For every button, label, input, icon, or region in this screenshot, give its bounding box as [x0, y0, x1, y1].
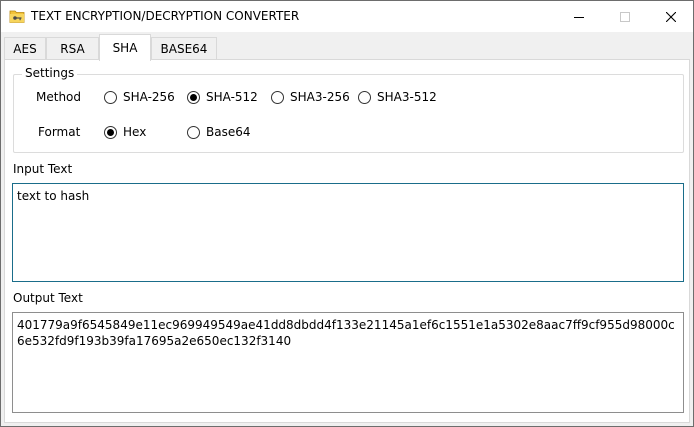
tab-base64[interactable]: BASE64	[151, 37, 217, 59]
format-label: Format	[38, 125, 81, 139]
radio-label: SHA3-512	[377, 90, 437, 104]
radio-label: SHA-256	[123, 90, 175, 104]
close-icon	[666, 11, 676, 22]
method-label: Method	[36, 90, 82, 104]
maximize-button[interactable]	[602, 1, 648, 32]
app-window: TEXT ENCRYPTION/DECRYPTION CONVERTER AES…	[0, 0, 694, 427]
radio-selected-dot	[190, 93, 197, 101]
close-button[interactable]	[648, 1, 694, 32]
title-bar[interactable]: TEXT ENCRYPTION/DECRYPTION CONVERTER	[1, 1, 693, 32]
window-title: TEXT ENCRYPTION/DECRYPTION CONVERTER	[31, 9, 300, 23]
radio-label: SHA3-256	[290, 90, 350, 104]
tab-aes[interactable]: AES	[4, 37, 46, 59]
radio-sha3-256[interactable]: SHA3-256	[271, 90, 350, 104]
radio-circle	[271, 90, 284, 104]
tab-sha[interactable]: SHA	[99, 34, 151, 61]
radio-base64[interactable]: Base64	[187, 125, 251, 139]
radio-selected-dot	[107, 128, 114, 136]
radio-circle	[187, 90, 200, 104]
radio-label: Base64	[206, 125, 251, 139]
input-text-label: Input Text	[13, 162, 73, 176]
settings-group-label: Settings	[22, 66, 78, 80]
radio-label: Hex	[123, 125, 147, 139]
radio-circle	[104, 125, 117, 139]
input-textarea[interactable]: text to hash	[12, 183, 684, 282]
tab-strip: AES RSA SHA BASE64	[1, 32, 693, 61]
radio-sha-256[interactable]: SHA-256	[104, 90, 175, 104]
radio-hex[interactable]: Hex	[104, 125, 146, 139]
radio-sha-512[interactable]: SHA-512	[187, 90, 258, 104]
output-textarea[interactable]: 401779a9f6545849e11ec969949549ae41dd8dbd…	[12, 312, 684, 413]
tab-rsa[interactable]: RSA	[46, 37, 99, 59]
minimize-button[interactable]	[556, 1, 602, 32]
minimize-icon	[574, 16, 584, 18]
maximize-icon	[620, 11, 630, 22]
output-text-label: Output Text	[13, 291, 83, 305]
folder-key-icon	[9, 10, 25, 23]
sha-tab-panel: Settings Method SHA-256 SHA-512 SHA3-256…	[4, 59, 690, 423]
radio-label: SHA-512	[206, 90, 258, 104]
settings-group: Settings Method SHA-256 SHA-512 SHA3-256…	[13, 66, 684, 153]
radio-circle	[104, 90, 117, 104]
radio-circle	[187, 125, 200, 139]
radio-sha3-512[interactable]: SHA3-512	[358, 90, 437, 104]
radio-circle	[358, 90, 371, 104]
